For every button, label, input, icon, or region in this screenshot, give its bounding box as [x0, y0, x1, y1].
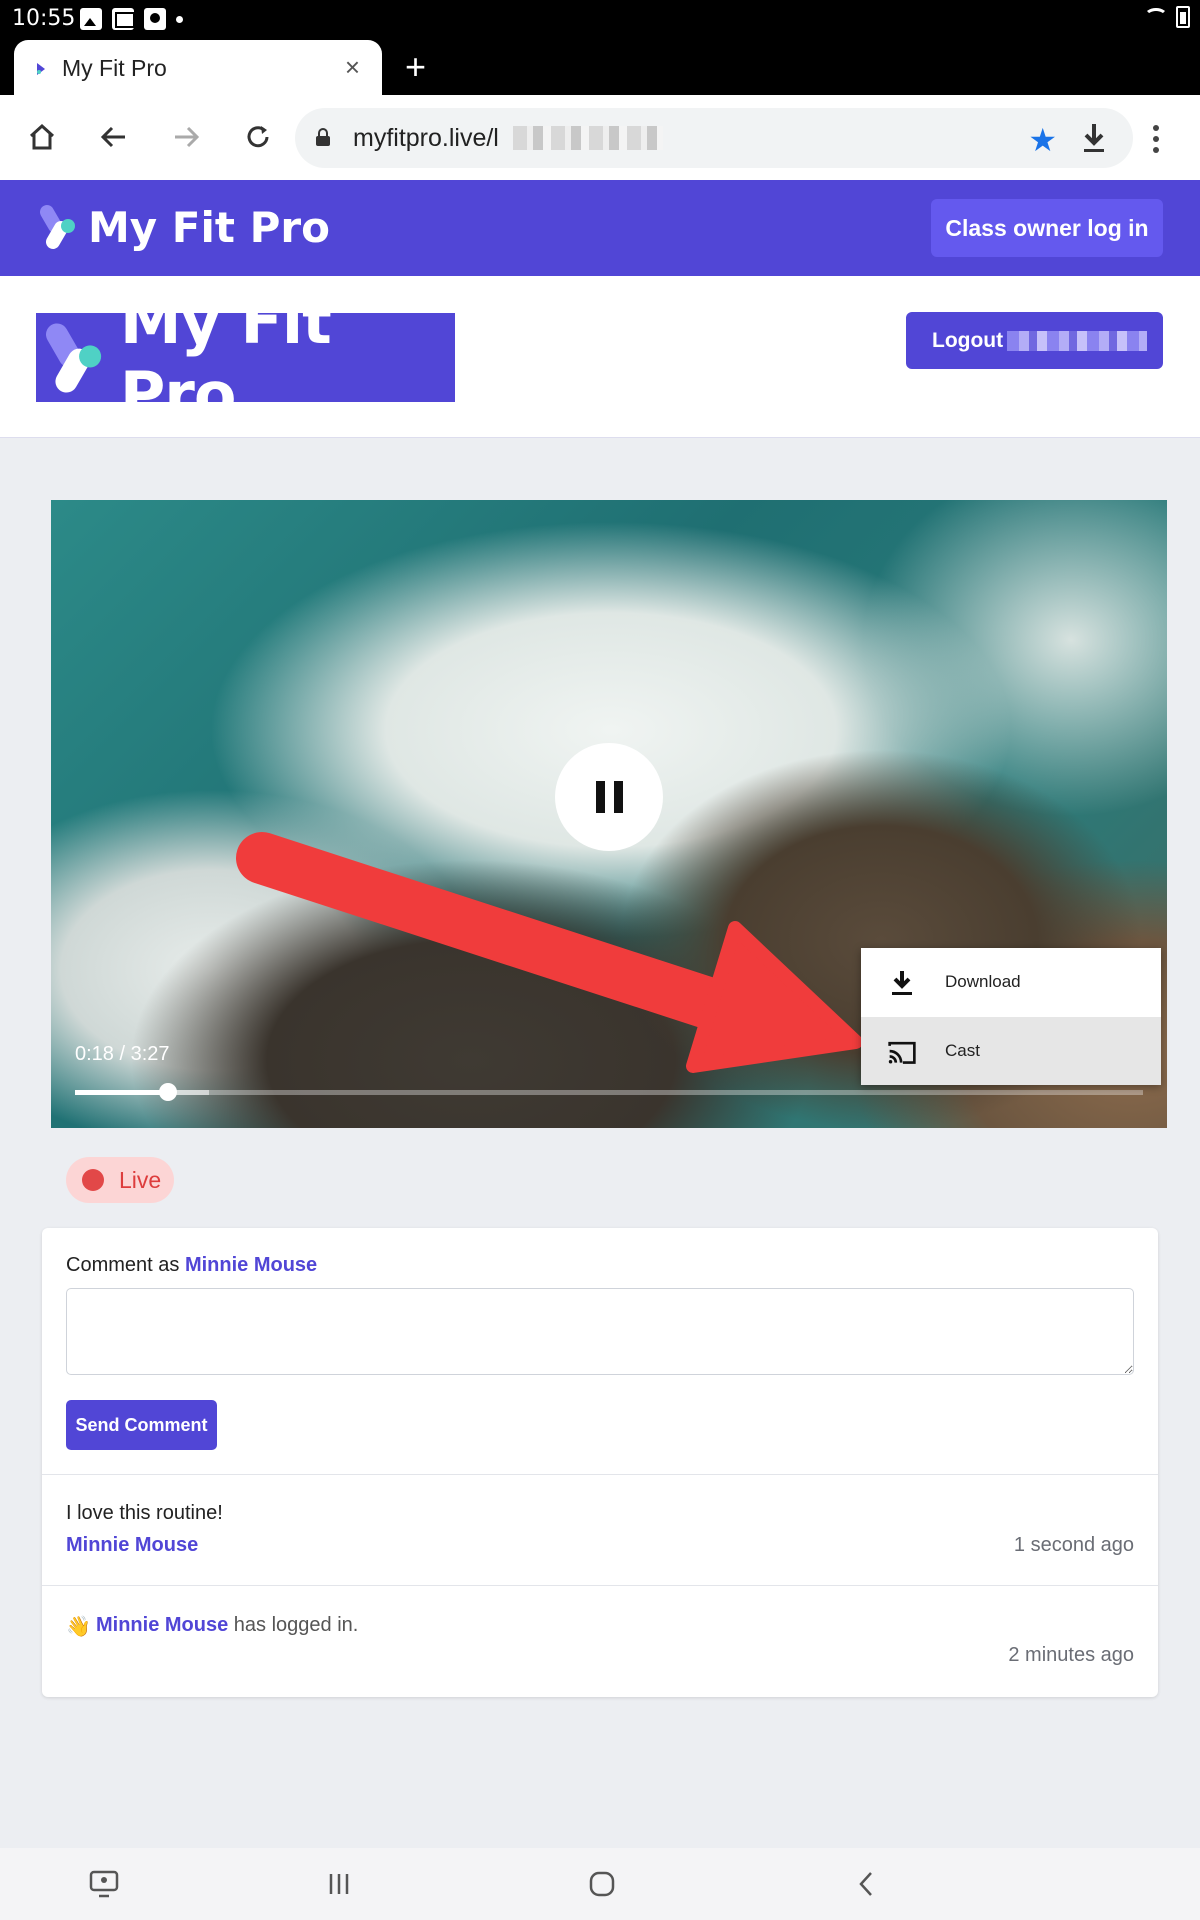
reload-button[interactable]: [238, 117, 278, 157]
logout-label: Logout: [932, 328, 1004, 352]
comment-author[interactable]: Minnie Mouse: [66, 1534, 198, 1557]
download-icon: [892, 971, 912, 995]
gallery-notification-icon: [80, 8, 102, 30]
notification-icons: [80, 8, 183, 30]
tab-title: My Fit Pro: [62, 55, 167, 81]
login-event-text: Minnie Mouse has logged in.: [96, 1614, 358, 1637]
back-button[interactable]: [94, 117, 134, 157]
comment-input[interactable]: [66, 1288, 1134, 1375]
login-event-time: 2 minutes ago: [1008, 1644, 1134, 1666]
recent-apps-icon: [329, 1874, 349, 1894]
login-event-suffix: has logged in.: [233, 1614, 359, 1636]
new-tab-button[interactable]: +: [405, 46, 426, 88]
system-icons: [1144, 6, 1190, 28]
video-options-menu: Download Cast: [861, 948, 1161, 1085]
login-event-user[interactable]: Minnie Mouse: [96, 1614, 228, 1636]
live-label: Live: [119, 1167, 162, 1193]
tab-strip: My Fit Pro × +: [0, 40, 1200, 95]
logout-username-redacted: [1007, 330, 1148, 351]
site-logo-text: My Fit Pro: [88, 202, 330, 252]
reload-icon: [247, 126, 269, 148]
status-bar: 10:55: [0, 0, 1200, 40]
bookmark-star-icon[interactable]: ★: [1028, 121, 1057, 159]
recent-apps-button[interactable]: [321, 1866, 357, 1902]
battery-icon: [1176, 6, 1190, 28]
screen-mirror-button[interactable]: [86, 1866, 122, 1902]
logout-button[interactable]: Logout: [906, 312, 1163, 369]
back-chevron-icon: [859, 1872, 872, 1896]
contact-notification-icon: [144, 8, 166, 30]
wave-icon: 👋: [66, 1616, 91, 1638]
address-bar[interactable]: myfitpro.live/l ★: [295, 108, 1133, 168]
cast-menu-item[interactable]: Cast: [861, 1017, 1161, 1085]
page-header: My Fit Pro Logout: [0, 276, 1200, 438]
site-header: My Fit Pro Class owner log in: [0, 180, 1200, 276]
favicon-icon: [37, 63, 45, 75]
class-logo: My Fit Pro: [36, 285, 455, 431]
download-label: Download: [945, 972, 1021, 991]
back-arrow-icon: [100, 126, 125, 148]
video-progress-bar[interactable]: [75, 1083, 1143, 1101]
status-time: 10:55: [12, 6, 76, 31]
forward-arrow-icon: [175, 126, 200, 148]
home-nav-button[interactable]: [584, 1866, 620, 1902]
divider: [42, 1474, 1158, 1475]
url-text: myfitpro.live/l: [353, 124, 499, 152]
browser-toolbar: myfitpro.live/l ★: [0, 95, 1200, 180]
comment-as-prefix: Comment as: [66, 1254, 180, 1276]
comment-as-user[interactable]: Minnie Mouse: [185, 1254, 317, 1276]
back-nav-button[interactable]: [848, 1866, 884, 1902]
more-notifications-icon: [176, 16, 183, 23]
live-badge: Live: [66, 1157, 174, 1203]
send-comment-button[interactable]: Send Comment: [66, 1400, 217, 1450]
divider: [42, 1585, 1158, 1586]
comment-text: I love this routine!: [66, 1502, 223, 1524]
comment-as-label: Comment as Minnie Mouse: [66, 1254, 317, 1277]
class-owner-login-button[interactable]: Class owner log in: [931, 199, 1163, 257]
monitor-icon: [89, 1870, 119, 1898]
download-icon[interactable]: [1079, 121, 1109, 155]
video-scrubber-handle[interactable]: [158, 1083, 177, 1101]
comments-card: Comment as Minnie Mouse Send Comment I l…: [42, 1228, 1158, 1697]
forward-button[interactable]: [166, 117, 206, 157]
lock-icon: [316, 128, 330, 146]
system-nav-bar: [0, 1848, 1200, 1920]
cast-label: Cast: [945, 1041, 980, 1060]
home-button[interactable]: [22, 117, 62, 157]
logo-mark-icon: [40, 205, 75, 249]
pause-icon: [595, 781, 605, 813]
mail-notification-icon: [112, 8, 135, 30]
logo-mark-icon: [46, 322, 102, 393]
video-time: 0:18 / 3:27: [75, 1043, 170, 1065]
download-menu-item[interactable]: Download: [861, 948, 1161, 1016]
home-circle-icon: [589, 1871, 615, 1897]
site-logo[interactable]: My Fit Pro: [40, 202, 330, 252]
browser-tab[interactable]: My Fit Pro ×: [14, 40, 382, 95]
browser-menu-icon[interactable]: [1153, 125, 1159, 153]
class-logo-text: My Fit Pro: [119, 284, 332, 431]
home-icon: [29, 123, 55, 150]
comment-time: 1 second ago: [1013, 1534, 1134, 1556]
cast-icon: [888, 1041, 916, 1064]
tab-close-icon[interactable]: ×: [345, 52, 360, 83]
live-indicator-icon: [82, 1169, 104, 1191]
url-redacted: [513, 126, 663, 150]
video-progress-fill: [75, 1090, 168, 1095]
pause-button[interactable]: [555, 743, 663, 851]
wifi-icon: [1144, 8, 1168, 26]
